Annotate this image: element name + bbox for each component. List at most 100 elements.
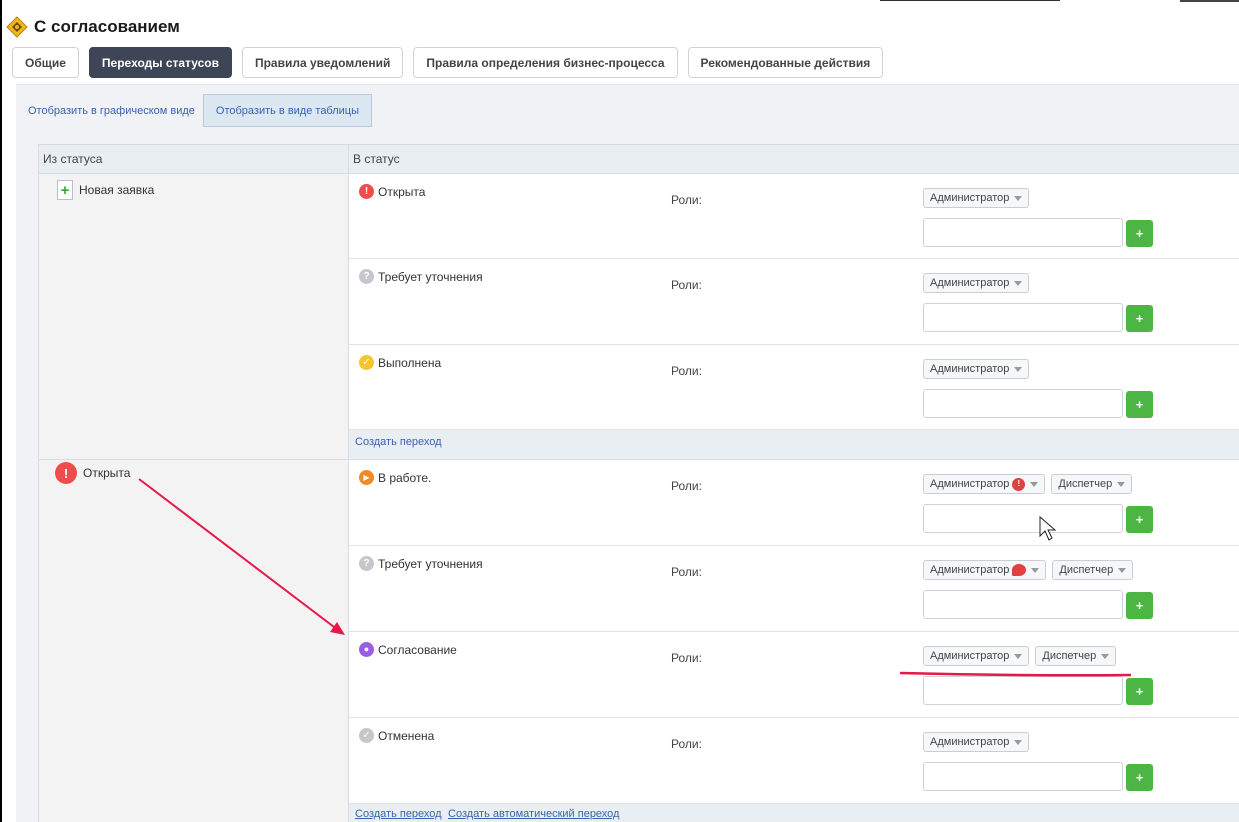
- tab-business-process-rules[interactable]: Правила определения бизнес-процесса: [413, 47, 678, 78]
- chevron-down-icon: [1014, 653, 1023, 659]
- target-status-name: Отменена: [378, 728, 435, 743]
- role-tags: Администратор: [923, 273, 1030, 293]
- transition-row: ✓ Отменена Роли: Администратор +: [349, 718, 1239, 804]
- role-name: Администратор: [930, 478, 1010, 490]
- from-status-label: + Новая заявка: [57, 180, 154, 200]
- role-name: Администратор: [930, 650, 1010, 662]
- workflow-diamond-icon: [6, 16, 28, 38]
- from-status-name: Открыта: [83, 466, 131, 480]
- tab-bar: Общие Переходы статусов Правила уведомле…: [12, 47, 893, 78]
- add-role-button[interactable]: +: [1126, 506, 1153, 533]
- from-status-label: ! Открыта: [55, 462, 130, 484]
- role-tags: Администратор: [923, 359, 1030, 379]
- target-status: ● Согласование: [359, 642, 457, 657]
- add-role-button[interactable]: +: [1126, 678, 1153, 705]
- role-input[interactable]: [923, 590, 1123, 619]
- target-status: ✓ Выполнена: [359, 355, 441, 370]
- check-icon: ✓: [359, 355, 374, 370]
- create-auto-transition-link[interactable]: Создать автоматический переход: [448, 808, 619, 820]
- cancel-check-icon: ✓: [359, 728, 374, 743]
- role-input[interactable]: [923, 303, 1123, 332]
- create-transition-row: Создать переход Создать автоматический п…: [349, 804, 1239, 822]
- chevron-down-icon: [1031, 567, 1040, 573]
- chevron-down-icon: [1014, 195, 1023, 201]
- role-tag[interactable]: Администратор: [923, 359, 1030, 379]
- role-tags: Администратор Диспетчер: [923, 560, 1134, 580]
- add-role-button[interactable]: +: [1126, 220, 1153, 247]
- role-tag[interactable]: Диспетчер: [1035, 646, 1117, 666]
- transitions-table: Из статуса В статус + Новая заявка ! Отк…: [38, 144, 1239, 822]
- role-tag[interactable]: Диспетчер: [1051, 474, 1133, 494]
- role-name: Администратор: [930, 277, 1010, 289]
- target-status: ? Требует уточнения: [359, 556, 483, 571]
- role-input[interactable]: [923, 218, 1123, 247]
- role-input[interactable]: [923, 762, 1123, 791]
- view-table-button[interactable]: Отобразить в виде таблицы: [202, 94, 373, 127]
- role-name: Диспетчер: [1042, 650, 1097, 662]
- role-tags: Администратор! Диспетчер: [923, 474, 1133, 494]
- window-edge-top-2: [880, 0, 1060, 1]
- roles-label: Роли:: [671, 479, 702, 493]
- tab-status-transitions[interactable]: Переходы статусов: [88, 47, 232, 78]
- role-tag[interactable]: Администратор: [923, 188, 1030, 208]
- role-name: Диспетчер: [1059, 564, 1114, 576]
- transition-row: ? Требует уточнения Роли: Администратор …: [349, 546, 1239, 632]
- target-status: ▶ В работе.: [359, 470, 431, 485]
- role-tags: Администратор: [923, 188, 1030, 208]
- question-icon: ?: [359, 269, 374, 284]
- role-input[interactable]: [923, 676, 1123, 705]
- from-status-cell: + Новая заявка: [39, 174, 349, 460]
- roles-label: Роли:: [671, 651, 702, 665]
- table-header: Из статуса В статус: [39, 145, 1239, 174]
- roles-label: Роли:: [671, 565, 702, 579]
- tab-general[interactable]: Общие: [12, 47, 79, 78]
- exclamation-icon: !: [359, 184, 374, 199]
- roles-label: Роли:: [671, 278, 702, 292]
- role-tag[interactable]: Диспетчер: [1052, 560, 1134, 580]
- view-toggle: Отобразить в графическом виде Отобразить…: [28, 94, 373, 127]
- chevron-down-icon: [1014, 366, 1023, 372]
- target-status-name: Согласование: [378, 642, 457, 657]
- chevron-down-icon: [1014, 280, 1023, 286]
- role-tag[interactable]: Администратор!: [923, 474, 1046, 494]
- create-transition-link[interactable]: Создать переход: [355, 436, 442, 448]
- roles-label: Роли:: [671, 364, 702, 378]
- role-tag[interactable]: Администратор: [923, 560, 1047, 580]
- role-tags: Администратор: [923, 732, 1030, 752]
- window-edge: [0, 0, 2, 822]
- role-name: Администратор: [930, 363, 1010, 375]
- from-status-name: Новая заявка: [79, 183, 155, 197]
- role-tag[interactable]: Администратор: [923, 273, 1030, 293]
- alert-badge-icon: !: [1012, 477, 1026, 491]
- transition-row: ✓ Выполнена Роли: Администратор +: [349, 345, 1239, 430]
- drop-icon: ●: [359, 642, 374, 657]
- comment-badge-icon: [1012, 564, 1027, 576]
- role-input[interactable]: [923, 504, 1123, 533]
- target-status-name: Требует уточнения: [378, 269, 483, 284]
- chevron-down-icon: [1118, 567, 1127, 573]
- target-status: ! Открыта: [359, 184, 425, 199]
- column-header-to: В статус: [353, 152, 400, 166]
- transition-row: ● Согласование Роли: Администратор Диспе…: [349, 632, 1239, 718]
- page-header: С согласованием: [6, 16, 180, 38]
- exclamation-icon: !: [55, 462, 77, 484]
- add-role-button[interactable]: +: [1126, 764, 1153, 791]
- window-edge-top: [1180, 0, 1239, 2]
- role-tag[interactable]: Администратор: [923, 732, 1030, 752]
- role-tag[interactable]: Администратор: [923, 646, 1030, 666]
- tab-notification-rules[interactable]: Правила уведомлений: [241, 47, 404, 78]
- role-input[interactable]: [923, 389, 1123, 418]
- roles-label: Роли:: [671, 737, 702, 751]
- target-status: ? Требует уточнения: [359, 269, 483, 284]
- view-graphic-link[interactable]: Отобразить в графическом виде: [28, 97, 203, 125]
- chevron-down-icon: [1014, 739, 1023, 745]
- chevron-down-icon: [1117, 481, 1126, 487]
- role-name: Администратор: [930, 736, 1010, 748]
- transition-row: ? Требует уточнения Роли: Администратор …: [349, 259, 1239, 345]
- tab-recommended-actions[interactable]: Рекомендованные действия: [687, 47, 884, 78]
- add-role-button[interactable]: +: [1126, 391, 1153, 418]
- create-transition-link[interactable]: Создать переход: [355, 808, 442, 820]
- role-name: Администратор: [930, 564, 1010, 576]
- add-role-button[interactable]: +: [1126, 592, 1153, 619]
- add-role-button[interactable]: +: [1126, 305, 1153, 332]
